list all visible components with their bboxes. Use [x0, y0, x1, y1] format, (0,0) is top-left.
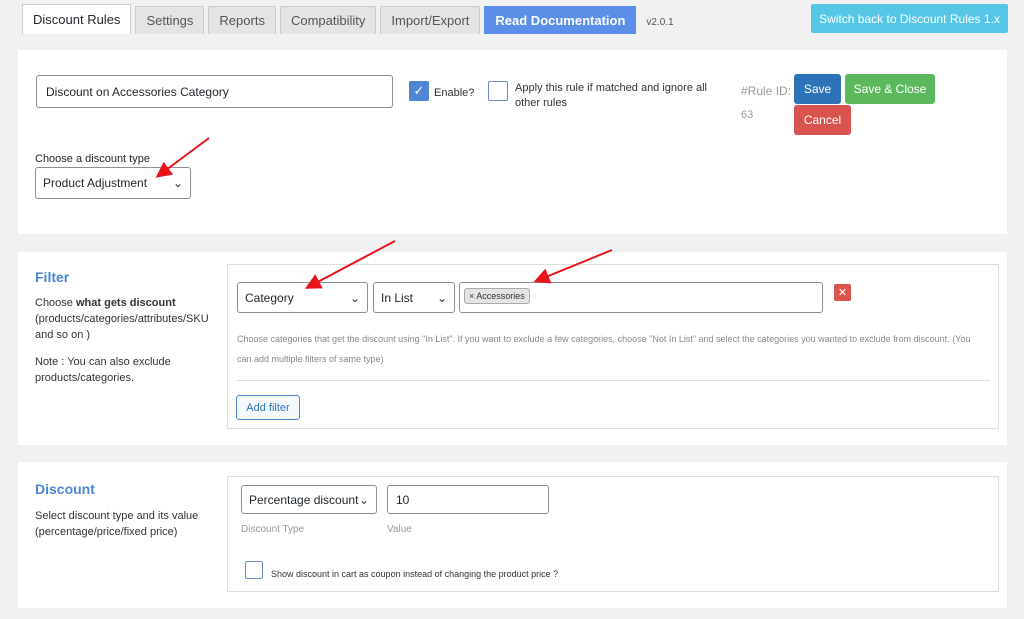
arrow-annotation [533, 249, 613, 284]
arrow-annotation [304, 240, 396, 289]
annotation-arrows [155, 137, 613, 289]
arrow-annotation [155, 137, 210, 178]
